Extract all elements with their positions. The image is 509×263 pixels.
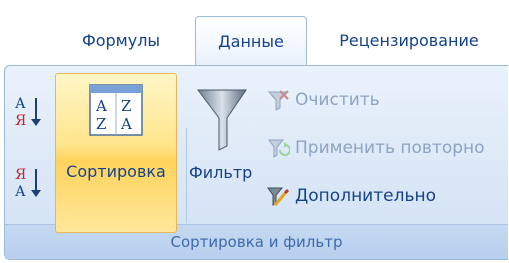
sort-icon-letter-3: Z: [96, 115, 106, 133]
sort-a-to-z-button[interactable]: А Я: [13, 92, 47, 134]
clear-filter-icon: [267, 90, 289, 111]
advanced-filter-icon: [267, 187, 290, 206]
filter-button[interactable]: Фильтр: [182, 82, 262, 232]
ribbon-tab-bar: Формулы Данные Рецензирование: [0, 0, 509, 67]
sort-a-to-z-icon: А Я: [15, 96, 41, 129]
clear-filter-label: Очистить: [295, 90, 380, 110]
sort-z-to-a-icon: Я А: [15, 167, 41, 200]
sort-z-to-a-button[interactable]: Я А: [13, 163, 47, 205]
sort-icon-letter-2: Z: [121, 97, 131, 115]
sort-desc-bottom-letter: А: [15, 184, 26, 200]
sort-dialog-icon: A Z Z A: [89, 84, 143, 136]
filter-button-label: Фильтр: [189, 163, 253, 182]
sort-asc-bottom-letter: Я: [15, 113, 26, 129]
sort-icon-letter-4: A: [120, 115, 132, 133]
sort-desc-top-letter: Я: [15, 167, 26, 183]
sort-asc-top-letter: А: [15, 96, 26, 112]
sort-button[interactable]: A Z Z A Сортировка: [55, 73, 177, 233]
sort-icon-letter-1: A: [95, 97, 107, 115]
tab-data[interactable]: Данные: [195, 16, 307, 67]
funnel-icon: [197, 89, 247, 151]
reapply-filter-label: Применить повторно: [295, 138, 485, 158]
reapply-filter-icon: [268, 139, 290, 158]
advanced-filter-label: Дополнительно: [295, 186, 436, 206]
sort-button-label: Сортировка: [66, 162, 166, 181]
tab-review[interactable]: Рецензирование: [310, 16, 508, 66]
tab-formulas[interactable]: Формулы: [62, 16, 180, 66]
